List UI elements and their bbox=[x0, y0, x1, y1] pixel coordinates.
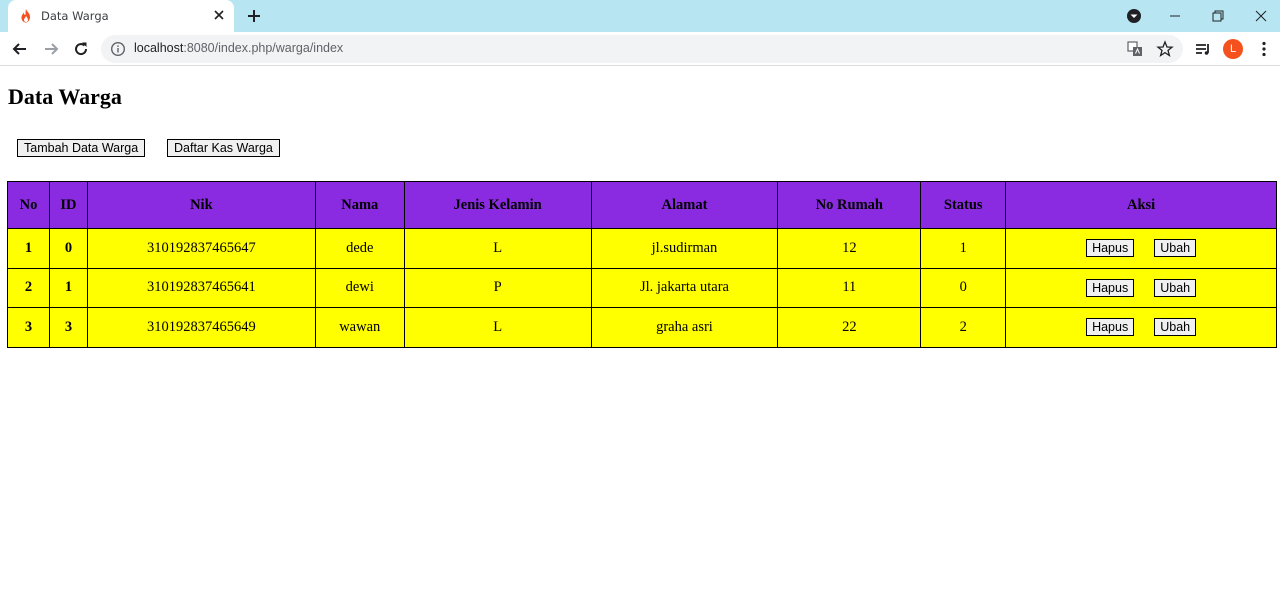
browser-tab[interactable]: Data Warga bbox=[8, 0, 234, 32]
cell-id: 0 bbox=[48, 228, 88, 269]
cell-alamat: graha asri bbox=[590, 307, 779, 348]
cell-no-rumah: 11 bbox=[777, 267, 922, 309]
column-header: No Rumah bbox=[777, 181, 922, 229]
table-row: 2 1 310192837465641 dewi P Jl. jakarta u… bbox=[7, 267, 1277, 309]
browser-toolbar: localhost:8080/index.php/warga/index L bbox=[0, 32, 1280, 66]
cell-jenis-kelamin: P bbox=[403, 267, 592, 309]
column-header: Aksi bbox=[1005, 181, 1277, 229]
column-header: ID bbox=[48, 181, 88, 229]
cell-no: 2 bbox=[7, 267, 50, 309]
cell-nama: wawan bbox=[314, 307, 405, 348]
table-row: 1 0 310192837465647 dede L jl.sudirman 1… bbox=[7, 228, 1277, 269]
profile-menu-icon[interactable] bbox=[1123, 5, 1145, 27]
column-header: Nama bbox=[314, 181, 405, 229]
back-arrow-icon[interactable] bbox=[10, 39, 30, 59]
add-warga-button[interactable]: Tambah Data Warga bbox=[17, 139, 146, 157]
flame-favicon-icon bbox=[21, 9, 30, 23]
cell-nama: dewi bbox=[314, 267, 405, 309]
column-header: No bbox=[7, 181, 50, 229]
more-vert-icon[interactable] bbox=[1254, 39, 1274, 59]
cell-nik: 310192837465641 bbox=[86, 267, 316, 309]
cell-no: 3 bbox=[7, 307, 50, 348]
profile-avatar[interactable]: L bbox=[1223, 39, 1243, 59]
page-title: Data Warga bbox=[8, 84, 122, 109]
column-header: Alamat bbox=[590, 181, 779, 229]
url-path: :8080/index.php/warga/index bbox=[183, 41, 344, 55]
restore-icon[interactable] bbox=[1207, 5, 1229, 27]
cell-status: 0 bbox=[920, 267, 1007, 309]
forward-arrow-icon[interactable] bbox=[41, 39, 61, 59]
cell-nik: 310192837465649 bbox=[86, 307, 316, 348]
cell-alamat: Jl. jakarta utara bbox=[590, 267, 779, 309]
cell-aksi: Hapus Ubah bbox=[1005, 267, 1277, 309]
info-icon[interactable] bbox=[110, 41, 126, 57]
close-icon[interactable] bbox=[211, 7, 227, 23]
cell-status: 2 bbox=[920, 307, 1007, 348]
kas-list-button[interactable]: Daftar Kas Warga bbox=[167, 139, 280, 157]
cell-id: 3 bbox=[48, 307, 88, 348]
edit-button[interactable]: Ubah bbox=[1154, 318, 1197, 337]
delete-button[interactable]: Hapus bbox=[1086, 278, 1135, 297]
minimize-icon[interactable] bbox=[1164, 5, 1186, 27]
column-header: Jenis Kelamin bbox=[403, 181, 592, 229]
window-close-icon[interactable] bbox=[1250, 5, 1272, 27]
edit-button[interactable]: Ubah bbox=[1154, 278, 1197, 297]
tab-strip: Data Warga bbox=[0, 0, 1280, 32]
table-header-row: No ID Nik Nama Jenis Kelamin Alamat No R… bbox=[7, 181, 1277, 229]
cell-aksi: Hapus Ubah bbox=[1005, 228, 1277, 269]
star-icon[interactable] bbox=[1156, 40, 1174, 58]
cell-jenis-kelamin: L bbox=[403, 307, 592, 348]
cell-no-rumah: 22 bbox=[777, 307, 922, 348]
cell-nik: 310192837465647 bbox=[86, 228, 316, 269]
address-bar[interactable]: localhost:8080/index.php/warga/index bbox=[101, 35, 1183, 63]
cell-no-rumah: 12 bbox=[777, 228, 922, 269]
delete-button[interactable]: Hapus bbox=[1086, 239, 1135, 258]
cell-nama: dede bbox=[314, 228, 405, 269]
table-row: 3 3 310192837465649 wawan L graha asri 2… bbox=[7, 307, 1277, 348]
url-text: localhost:8080/index.php/warga/index bbox=[134, 41, 343, 55]
translate-icon[interactable] bbox=[1126, 40, 1144, 58]
plus-icon[interactable] bbox=[245, 7, 263, 25]
cell-status: 1 bbox=[920, 228, 1007, 269]
url-host: localhost bbox=[134, 41, 184, 55]
edit-button[interactable]: Ubah bbox=[1154, 239, 1197, 258]
warga-table: No ID Nik Nama Jenis Kelamin Alamat No R… bbox=[7, 181, 1277, 348]
delete-button[interactable]: Hapus bbox=[1086, 318, 1135, 337]
cell-no: 1 bbox=[7, 228, 50, 269]
cell-id: 1 bbox=[48, 267, 88, 309]
cell-alamat: jl.sudirman bbox=[590, 228, 779, 269]
column-header: Status bbox=[920, 181, 1007, 229]
reload-icon[interactable] bbox=[71, 39, 91, 59]
tab-title: Data Warga bbox=[41, 9, 109, 23]
cell-aksi: Hapus Ubah bbox=[1005, 307, 1277, 348]
cell-jenis-kelamin: L bbox=[403, 228, 592, 269]
column-header: Nik bbox=[86, 181, 316, 229]
reading-list-icon[interactable] bbox=[1193, 39, 1213, 59]
